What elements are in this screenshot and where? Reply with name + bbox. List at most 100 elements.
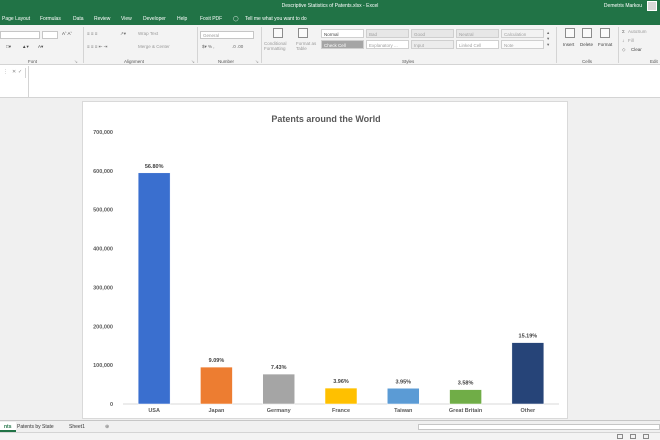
x-tick-label: France bbox=[332, 408, 350, 414]
format-as-table-icon[interactable] bbox=[298, 28, 308, 38]
font-size-adjust-icon[interactable]: Aˆ Aˇ bbox=[62, 31, 72, 36]
tab-view[interactable]: View bbox=[121, 16, 132, 22]
style-calculation[interactable]: Calculation bbox=[501, 29, 544, 38]
conditional-formatting-icon[interactable] bbox=[273, 28, 283, 38]
style-explanatory[interactable]: Explanatory ... bbox=[366, 40, 409, 49]
tab-data[interactable]: Data bbox=[73, 16, 84, 22]
bar bbox=[324, 387, 358, 405]
style-good[interactable]: Good bbox=[411, 29, 454, 38]
clear-button[interactable]: Clear bbox=[631, 47, 642, 52]
formula-input[interactable] bbox=[29, 66, 660, 98]
cancel-icon[interactable]: ✕ bbox=[12, 69, 16, 75]
user-avatar-icon[interactable] bbox=[647, 1, 657, 11]
insert-cells-icon[interactable] bbox=[565, 28, 575, 38]
add-sheet-icon[interactable]: ⊕ bbox=[101, 422, 113, 432]
y-tick-label: 100,000 bbox=[93, 363, 113, 369]
name-box-dropdown-icon[interactable]: ⋮ bbox=[3, 69, 8, 75]
window-title: Descriptive Statistics of Patents.xlsx -… bbox=[281, 3, 379, 9]
align-top-icon[interactable]: ≡ ≡ ≡ bbox=[87, 31, 97, 36]
fill-icon[interactable]: ↓ bbox=[622, 38, 624, 43]
worksheet[interactable]: Patents around the World 0 100,000 200,000… bbox=[0, 98, 660, 420]
patents-chart[interactable]: Patents around the World 0 100,000 200,000… bbox=[82, 101, 568, 419]
font-name-box[interactable] bbox=[0, 31, 40, 39]
y-tick-label: 600,000 bbox=[93, 169, 113, 175]
conditional-formatting-button[interactable]: Conditional Formatting bbox=[264, 41, 296, 51]
styles-scroll-icon[interactable]: ▴ ▾ ▾ bbox=[547, 30, 549, 48]
normal-view-icon[interactable] bbox=[617, 434, 623, 439]
x-tick-label: Great Britain bbox=[449, 408, 483, 414]
orientation-icon[interactable]: ↗▾ bbox=[120, 31, 126, 37]
cells-group-label: Cells bbox=[582, 59, 593, 64]
page-layout-view-icon[interactable] bbox=[630, 434, 636, 439]
y-tick-label: 200,000 bbox=[93, 324, 113, 330]
group-separator bbox=[556, 27, 557, 63]
font-launcher-icon[interactable]: ↘ bbox=[74, 59, 78, 65]
insert-button[interactable]: Insert bbox=[563, 42, 574, 47]
data-label: 3.58% bbox=[458, 381, 474, 387]
font-size-box[interactable] bbox=[42, 31, 58, 39]
format-as-table-button[interactable]: Format as Table bbox=[296, 41, 318, 51]
alignment-launcher-icon[interactable]: ↘ bbox=[191, 59, 195, 65]
format-button[interactable]: Format bbox=[598, 42, 612, 47]
check-icon[interactable]: ✓ bbox=[18, 69, 22, 75]
sheet-tab-patents-by-state[interactable]: Patents by State bbox=[13, 422, 58, 432]
delete-cells-icon[interactable] bbox=[582, 28, 592, 38]
x-tick-label: Other bbox=[521, 408, 537, 414]
y-tick-label: 700,000 bbox=[93, 130, 113, 136]
align-left-icon[interactable]: ≡ ≡ ≡ ⇤ ⇥ bbox=[87, 44, 107, 50]
style-linked-cell[interactable]: Linked Cell bbox=[456, 40, 499, 49]
y-tick-label: 0 bbox=[110, 402, 113, 408]
style-normal[interactable]: Normal bbox=[321, 29, 364, 38]
autosum-icon[interactable]: Σ bbox=[622, 29, 625, 34]
group-separator bbox=[618, 27, 619, 63]
number-group-label: Number bbox=[218, 59, 235, 64]
lightbulb-icon: ◯ bbox=[233, 16, 239, 22]
fill-color-icon[interactable]: ▲▾ bbox=[22, 44, 29, 50]
x-tick-label: Germany bbox=[267, 408, 292, 414]
number-format-box[interactable]: General bbox=[200, 31, 254, 39]
tab-foxit-pdf[interactable]: Foxit PDF bbox=[200, 16, 222, 22]
page-break-view-icon[interactable] bbox=[643, 434, 649, 439]
merge-center-button[interactable]: Merge & Center bbox=[138, 44, 170, 49]
tab-page-layout[interactable]: Page Layout bbox=[2, 16, 30, 22]
style-check-cell[interactable]: Check Cell bbox=[321, 40, 364, 49]
format-cells-icon[interactable] bbox=[600, 28, 610, 38]
autosum-button[interactable]: AutoSum bbox=[628, 29, 647, 34]
number-format-value: General bbox=[203, 33, 220, 38]
user-name[interactable]: Demetris Markou bbox=[604, 3, 642, 9]
status-bar bbox=[0, 432, 660, 440]
currency-icon[interactable]: $▾ % , bbox=[202, 44, 215, 50]
sheet-tab-sheet1[interactable]: Sheet1 bbox=[65, 422, 89, 432]
group-separator bbox=[197, 27, 198, 63]
number-launcher-icon[interactable]: ↘ bbox=[255, 59, 259, 65]
delete-button[interactable]: Delete bbox=[580, 42, 593, 47]
border-icon[interactable]: □▾ bbox=[6, 44, 11, 50]
bar bbox=[137, 172, 171, 405]
ribbon: Aˆ Aˇ □▾ ▲▾ A▾ Font ↘ ≡ ≡ ≡ ↗▾ ≡ ≡ ≡ ⇤ ⇥… bbox=[0, 25, 660, 65]
tab-formulas[interactable]: Formulas bbox=[40, 16, 61, 22]
horizontal-scrollbar[interactable] bbox=[418, 424, 660, 430]
chart-plot: 0 100,000 200,000 300,000 400,000 500,000 600,… bbox=[93, 130, 559, 414]
eraser-icon[interactable]: ◇ bbox=[622, 47, 625, 53]
font-color-icon[interactable]: A▾ bbox=[38, 44, 43, 50]
fill-button[interactable]: Fill bbox=[628, 38, 634, 43]
wrap-text-button[interactable]: Wrap Text bbox=[138, 31, 158, 36]
style-input[interactable]: Input bbox=[411, 40, 454, 49]
style-neutral[interactable]: Neutral bbox=[456, 29, 499, 38]
font-group-label: Font bbox=[28, 59, 38, 64]
style-note[interactable]: Note bbox=[501, 40, 544, 49]
tell-me-search[interactable]: Tell me what you want to do bbox=[245, 16, 307, 22]
group-separator bbox=[83, 27, 84, 63]
tab-help[interactable]: Help bbox=[177, 16, 187, 22]
data-label: 3.96% bbox=[333, 379, 349, 385]
decimal-icon[interactable]: .0 .00 bbox=[232, 44, 243, 49]
y-tick-label: 400,000 bbox=[93, 247, 113, 253]
formula-bar: ⋮ ✕ ✓ bbox=[0, 66, 660, 98]
data-label: 9.09% bbox=[209, 358, 225, 364]
tab-review[interactable]: Review bbox=[94, 16, 110, 22]
bar bbox=[511, 342, 545, 405]
alignment-group-label: Alignment bbox=[124, 59, 145, 64]
style-bad[interactable]: Bad bbox=[366, 29, 409, 38]
x-tick-label: Japan bbox=[208, 408, 225, 414]
tab-developer[interactable]: Developer bbox=[143, 16, 166, 22]
